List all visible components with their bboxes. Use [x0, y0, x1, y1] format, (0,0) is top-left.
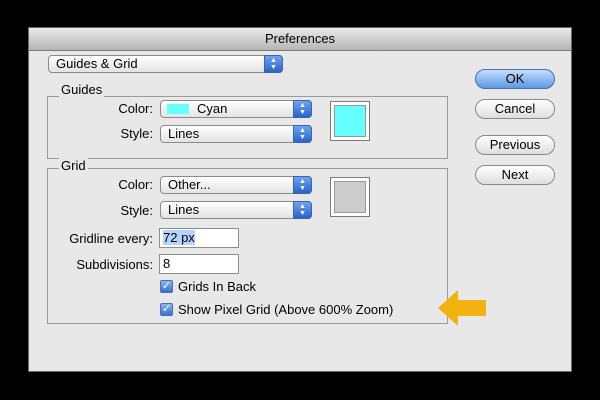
show-pixel-grid-label[interactable]: Show Pixel Grid (Above 600% Zoom) [178, 302, 393, 317]
guides-color-popup[interactable]: Cyan ▲ ▼ [160, 100, 312, 118]
grids-in-back-label[interactable]: Grids In Back [178, 279, 256, 294]
popup-arrows-icon: ▲ ▼ [293, 201, 312, 219]
gridline-every-value: 72 px [163, 230, 195, 245]
guides-color-swatch-fill [334, 105, 366, 137]
grid-style-popup[interactable]: Lines ▲ ▼ [160, 201, 312, 219]
popup-arrows-icon: ▲ ▼ [293, 100, 312, 118]
grid-color-label: Color: [118, 177, 153, 192]
previous-button[interactable]: Previous [475, 135, 555, 155]
show-pixel-grid-checkbox[interactable]: ✓ [160, 303, 173, 316]
grid-color-swatch[interactable] [330, 177, 370, 217]
popup-arrows-icon: ▲ ▼ [264, 55, 283, 73]
cyan-swatch-chip [167, 104, 189, 114]
annotation-arrow-icon [438, 290, 486, 326]
guides-color-swatch[interactable] [330, 101, 370, 141]
grid-color-value: Other... [168, 177, 211, 192]
grid-group-title: Grid [59, 158, 88, 173]
guides-group-title: Guides [59, 82, 105, 97]
checkmark-icon: ✓ [161, 303, 172, 315]
guides-style-label: Style: [120, 126, 153, 141]
window-title: Preferences [29, 28, 571, 51]
grid-style-label: Style: [120, 203, 153, 218]
section-popup-value: Guides & Grid [56, 56, 138, 71]
next-button[interactable]: Next [475, 165, 555, 185]
grid-color-popup[interactable]: Other... ▲ ▼ [160, 176, 312, 194]
cancel-button[interactable]: Cancel [475, 99, 555, 119]
gridline-every-label: Gridline every: [69, 231, 153, 246]
ok-button[interactable]: OK [475, 69, 555, 89]
gridline-every-field[interactable]: 72 px [159, 228, 239, 248]
grids-in-back-checkbox[interactable]: ✓ [160, 280, 173, 293]
grid-color-swatch-fill [334, 181, 366, 213]
popup-arrows-icon: ▲ ▼ [293, 125, 312, 143]
guides-style-popup[interactable]: Lines ▲ ▼ [160, 125, 312, 143]
popup-arrows-icon: ▲ ▼ [293, 176, 312, 194]
guides-style-value: Lines [168, 126, 200, 141]
grid-style-value: Lines [168, 202, 200, 217]
guides-color-label: Color: [118, 101, 153, 116]
guides-color-value: Cyan [197, 101, 228, 116]
subdivisions-value: 8 [163, 256, 171, 271]
subdivisions-label: Subdivisions: [76, 257, 153, 272]
checkmark-icon: ✓ [161, 280, 172, 292]
preferences-dialog: Preferences Guides & Grid ▲ ▼ Guides Colo… [28, 27, 572, 372]
subdivisions-field[interactable]: 8 [159, 254, 239, 274]
section-popup[interactable]: Guides & Grid ▲ ▼ [48, 55, 283, 73]
